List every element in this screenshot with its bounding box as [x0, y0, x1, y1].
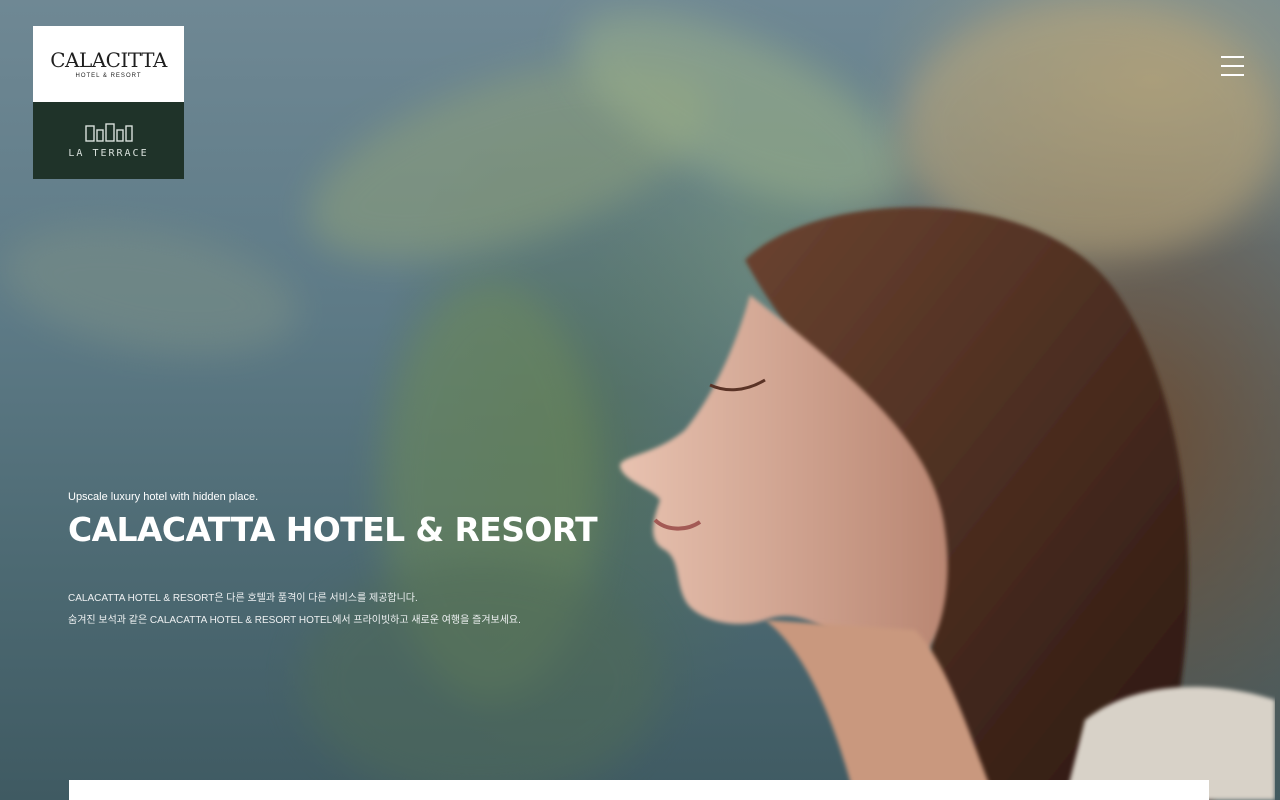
hamburger-menu-icon: [1221, 74, 1244, 76]
hero-description-line: 숨겨진 보석과 같은 CALACATTA HOTEL & RESORT HOTE…: [68, 615, 521, 626]
woman-profile-image: [620, 207, 1275, 800]
hero-text: Upscale luxury hotel with hidden place. …: [68, 490, 598, 632]
logo-subtitle: HOTEL & RESORT: [75, 73, 142, 79]
logo-secondary-name: LA TERRACE: [68, 148, 149, 159]
la-terrace-logo: LA TERRACE: [33, 102, 184, 179]
hero-tagline: Upscale luxury hotel with hidden place.: [68, 491, 259, 503]
background-foliage: [0, 204, 309, 376]
hero-title: CALACATTA HOTEL & RESORT: [68, 510, 598, 549]
hamburger-menu-icon: [1221, 56, 1244, 58]
building-icon: [84, 123, 133, 142]
hero-description-line: CALACATTA HOTEL & RESORT은 다른 호텔과 품격이 다른 …: [68, 593, 418, 604]
logo[interactable]: CALACITTA HOTEL & RESORT LA TERRACE: [33, 26, 184, 179]
hero-section: CALACITTA HOTEL & RESORT LA TERRACE Upsc…: [0, 0, 1280, 800]
menu-button[interactable]: [1217, 53, 1247, 79]
hero-description: CALACATTA HOTEL & RESORT은 다른 호텔과 품격이 다른 …: [68, 588, 597, 632]
booking-panel: [69, 780, 1209, 800]
hamburger-menu-icon: [1221, 65, 1244, 67]
logo-brand-name: CALACITTA: [50, 48, 167, 72]
calacitta-logo: CALACITTA HOTEL & RESORT: [33, 26, 184, 102]
